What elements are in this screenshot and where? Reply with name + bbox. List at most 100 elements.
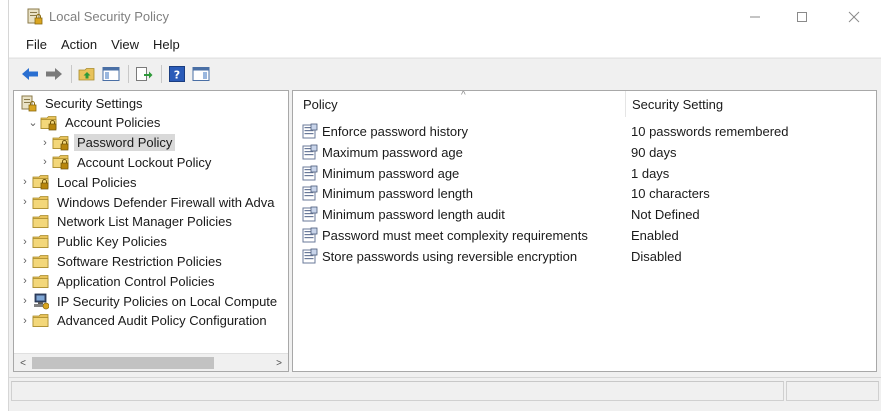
security-setting-value: Enabled: [631, 228, 679, 243]
tree-item-label: Software Restriction Policies: [57, 253, 222, 269]
policy-row[interactable]: Enforce password history 10 passwords rem…: [293, 121, 876, 142]
folder-lock-icon: [52, 154, 70, 170]
tree-item-label: Account Lockout Policy: [77, 154, 212, 170]
tree-item[interactable]: › Advanced Audit Policy Configuration: [18, 311, 270, 331]
menu-view[interactable]: View: [104, 35, 146, 55]
toolbar-separator: [128, 64, 129, 83]
security-settings-icon: [20, 95, 38, 111]
folder-icon: [32, 273, 50, 289]
svg-text:?: ?: [174, 68, 180, 81]
security-setting-value: 10 characters: [631, 186, 710, 202]
chevron-right-icon[interactable]: ›: [18, 311, 32, 331]
tree-item[interactable]: Network List Manager Policies: [18, 212, 235, 232]
folder-lock-icon: [32, 174, 50, 190]
maximize-button[interactable]: [779, 0, 825, 33]
tree-item[interactable]: › Local Policies: [18, 172, 140, 192]
title-bar[interactable]: Local Security Policy: [9, 0, 881, 33]
policy-setting-icon: [302, 165, 318, 181]
tree-horizontal-scrollbar[interactable]: < >: [14, 353, 288, 371]
policy-setting-icon: [302, 185, 318, 201]
folder-icon: [32, 194, 50, 210]
forward-arrow-icon: [46, 67, 62, 80]
chevron-right-icon[interactable]: ›: [18, 232, 32, 252]
tree-item[interactable]: Security Settings: [18, 93, 146, 113]
up-one-level-button[interactable]: [76, 63, 98, 85]
tree-item-label: Public Key Policies: [57, 234, 167, 250]
chevron-right-icon[interactable]: ›: [18, 251, 32, 271]
chevron-right-icon[interactable]: ›: [18, 271, 32, 291]
folder-up-icon: [78, 67, 95, 80]
export-list-button[interactable]: [133, 63, 155, 85]
tree-item[interactable]: ⌄ Account Policies: [26, 113, 163, 133]
policy-row[interactable]: Maximum password age 90 days: [293, 142, 876, 163]
column-header-setting-label: Security Setting: [632, 96, 724, 112]
policy-row[interactable]: Password must meet complexity requiremen…: [293, 225, 876, 246]
action-pane-icon: [192, 66, 210, 81]
folder-icon: [32, 313, 50, 329]
tree-item-label: Windows Defender Firewall with Adva: [57, 194, 275, 210]
policy-setting-icon: [302, 227, 318, 243]
scroll-right-arrow[interactable]: >: [272, 355, 286, 371]
policy-name: Minimum password age: [322, 165, 460, 181]
help-icon: ?: [169, 65, 185, 82]
ip-security-icon: [32, 293, 50, 309]
column-header-policy-label: Policy: [303, 96, 338, 112]
chevron-right-icon[interactable]: ›: [18, 172, 32, 192]
show-hide-action-pane-button[interactable]: [190, 63, 212, 85]
tree-item-label: Password Policy: [74, 134, 176, 152]
forward-button[interactable]: [43, 63, 65, 85]
column-header-policy[interactable]: Policy ^: [303, 91, 621, 117]
close-button[interactable]: [831, 0, 877, 33]
scroll-left-arrow[interactable]: <: [16, 355, 30, 371]
policy-row[interactable]: Store passwords using reversible encrypt…: [293, 246, 876, 267]
policy-setting-icon: [302, 206, 318, 222]
tree-item[interactable]: › Public Key Policies: [18, 232, 170, 252]
folder-icon: [32, 214, 50, 230]
policy-name: Enforce password history: [322, 124, 468, 139]
tree-item-label: Application Control Policies: [57, 273, 215, 289]
menu-file[interactable]: File: [19, 35, 54, 55]
back-button[interactable]: [19, 63, 41, 85]
tree-item[interactable]: › Account Lockout Policy: [38, 152, 214, 172]
chevron-right-icon[interactable]: ›: [18, 192, 32, 212]
minimize-button[interactable]: [732, 0, 778, 33]
security-setting-value: 90 days: [631, 144, 677, 160]
toolbar-separator: [71, 64, 72, 83]
show-hide-console-tree-button[interactable]: [100, 63, 122, 85]
security-setting-value: 1 days: [631, 165, 670, 181]
folder-lock-icon: [52, 135, 70, 151]
tree-item-label: Network List Manager Policies: [57, 214, 232, 230]
tree-item[interactable]: › Windows Defender Firewall with Adva: [18, 192, 277, 212]
menu-help[interactable]: Help: [146, 35, 187, 55]
scroll-thumb[interactable]: [32, 357, 214, 369]
menu-action[interactable]: Action: [54, 35, 104, 55]
column-header-security-setting[interactable]: Security Setting: [625, 91, 875, 117]
folder-lock-icon: [40, 115, 58, 131]
policy-name: Minimum password length: [322, 186, 474, 202]
tree-item[interactable]: › Software Restriction Policies: [18, 251, 225, 271]
sort-ascending-icon: ^: [461, 90, 466, 101]
console-tree[interactable]: Security Settings ⌄ Account Policies › Passw…: [13, 90, 289, 372]
close-icon: [848, 11, 860, 22]
policy-row[interactable]: Minimum password age 1 days: [293, 163, 876, 184]
folder-icon: [32, 234, 50, 250]
tree-item[interactable]: › Password Policy: [38, 133, 176, 153]
back-arrow-icon: [22, 67, 38, 80]
tree-item-label: IP Security Policies on Local Compute: [57, 293, 278, 309]
policy-row[interactable]: Minimum password length 10 characters: [293, 183, 876, 204]
tree-item[interactable]: › IP Security Policies on Local Compute: [18, 291, 280, 311]
tree-item-label: Advanced Audit Policy Configuration: [57, 313, 267, 329]
policy-row[interactable]: Minimum password length audit Not Defined: [293, 204, 876, 225]
help-button[interactable]: ?: [166, 63, 188, 85]
chevron-right-icon[interactable]: ›: [38, 133, 52, 153]
policy-list[interactable]: Policy ^ Security Setting Enforce passwo…: [292, 90, 877, 372]
status-bar-main-pane: [11, 381, 784, 401]
chevron-right-icon[interactable]: ›: [18, 291, 32, 311]
chevron-down-icon[interactable]: ⌄: [26, 113, 40, 133]
console-tree-icon: [102, 66, 120, 81]
chevron-right-icon[interactable]: ›: [38, 152, 52, 172]
security-setting-value: 10 passwords remembered: [631, 124, 789, 139]
tree-item[interactable]: › Application Control Policies: [18, 271, 218, 291]
folder-icon: [32, 253, 50, 269]
